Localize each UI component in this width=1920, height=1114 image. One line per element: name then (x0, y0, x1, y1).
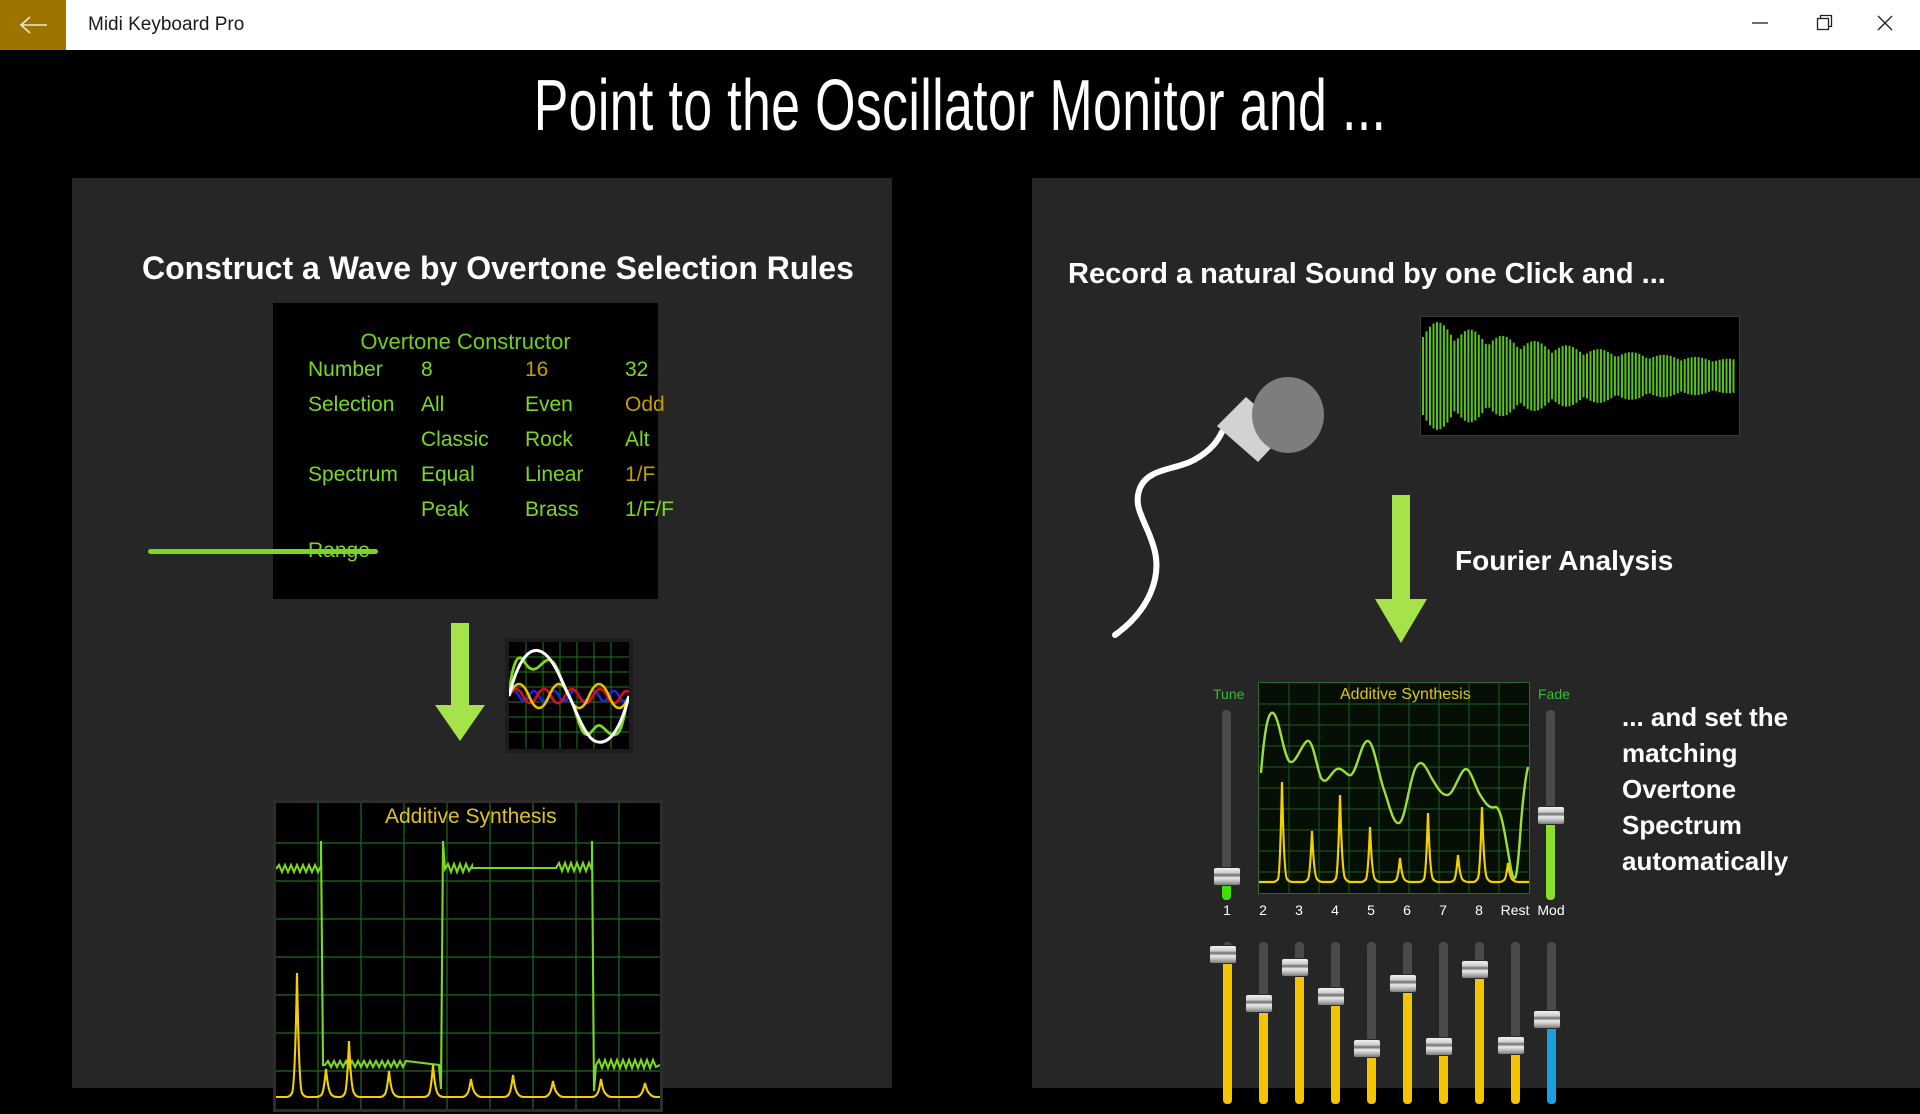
minimize-icon (1749, 16, 1771, 34)
overtone-row-number: Number 8 16 32 (273, 358, 658, 392)
channel-tick-rest: Rest (1500, 902, 1530, 918)
overtone-row-selection: Selection All Even Odd (273, 393, 665, 427)
fader-2-handle[interactable] (1246, 994, 1272, 1012)
overtone-row-label: Selection (308, 393, 395, 416)
left-additive-synthesis-plot (273, 800, 663, 1112)
fade-slider-handle[interactable] (1538, 807, 1564, 825)
fader-mod-fill (1547, 1019, 1556, 1104)
fade-slider-fill (1546, 816, 1555, 900)
overtone-row-label: Number (308, 358, 383, 381)
maximize-button[interactable] (1795, 0, 1855, 50)
overtone-option-alt[interactable]: Alt (625, 428, 650, 452)
overtone-option-1-f[interactable]: 1/F (625, 463, 655, 487)
overtone-option-8[interactable]: 8 (421, 358, 433, 382)
overtone-option-1-f-f[interactable]: 1/F/F (625, 498, 674, 522)
back-button[interactable] (0, 0, 66, 50)
overtone-option-16[interactable]: 16 (525, 358, 548, 382)
mini-oscilloscope (505, 638, 633, 753)
left-additive-synthesis-title: Additive Synthesis (385, 805, 557, 828)
right-panel-heading: Record a natural Sound by one Click and … (1068, 258, 1666, 290)
fader-8-fill (1475, 969, 1484, 1104)
title-bar: Midi Keyboard Pro (0, 0, 1920, 50)
fader-rest-handle[interactable] (1498, 1036, 1524, 1054)
channel-tick-1: 1 (1223, 902, 1231, 918)
overtone-option-brass[interactable]: Brass (525, 498, 579, 522)
channel-tick-mod: Mod (1537, 902, 1565, 918)
channel-tick-4: 4 (1331, 902, 1339, 918)
fader-3-handle[interactable] (1282, 958, 1308, 976)
overtone-row-label: Spectrum (308, 463, 398, 486)
channel-tick-3: 3 (1295, 902, 1303, 918)
overtone-option-32[interactable]: 32 (625, 358, 648, 382)
slide-stage: Point to the Oscillator Monitor and ... … (0, 50, 1920, 1112)
left-panel-heading: Construct a Wave by Overtone Selection R… (142, 250, 854, 286)
fader-5-handle[interactable] (1354, 1039, 1380, 1057)
fader-7-fill (1439, 1047, 1448, 1104)
overtone-row-spectrum: Spectrum Equal Linear 1/F (273, 463, 658, 497)
right-panel-note: ... and set the matching Overtone Spectr… (1622, 702, 1789, 876)
overtone-option-even[interactable]: Even (525, 393, 573, 417)
fader-4-handle[interactable] (1318, 988, 1344, 1006)
tune-slider-handle[interactable] (1214, 868, 1240, 886)
down-arrow-icon-right (1370, 495, 1432, 650)
channel-tick-6: 6 (1403, 902, 1411, 918)
slide-title: Point to the Oscillator Monitor and ... (533, 66, 1387, 146)
overtone-option-odd[interactable]: Odd (625, 393, 665, 417)
channel-tick-8: 8 (1475, 902, 1483, 918)
fader-1-handle[interactable] (1210, 945, 1236, 963)
fader-6-fill (1403, 984, 1412, 1104)
fader-2-fill (1259, 1003, 1268, 1104)
range-slider-track[interactable] (148, 549, 409, 1061)
oscillator-monitor-graph (1258, 682, 1530, 894)
fader-8-handle[interactable] (1462, 960, 1488, 978)
maximize-icon (1815, 13, 1835, 38)
back-arrow-icon (18, 14, 48, 36)
close-button[interactable] (1855, 0, 1915, 50)
oscillator-monitor-title: Additive Synthesis (1340, 686, 1471, 703)
overtone-option-equal[interactable]: Equal (421, 463, 475, 487)
fourier-analysis-label: Fourier Analysis (1455, 545, 1674, 576)
fader-5-fill (1367, 1048, 1376, 1104)
fade-slider-label: Fade (1538, 686, 1570, 702)
overtone-option-rock[interactable]: Rock (525, 428, 573, 452)
fader-rest-fill (1511, 1045, 1520, 1104)
overtone-constructor-title: Overtone Constructor (360, 329, 571, 354)
overtone-row-extra-4: Peak Brass 1/F/F (273, 498, 674, 532)
tune-slider-label: Tune (1213, 686, 1245, 702)
microphone-illustration (1110, 340, 1400, 640)
channel-tick-2: 2 (1259, 902, 1267, 918)
overtone-row-extra-2: Classic Rock Alt (273, 428, 658, 462)
minimize-button[interactable] (1730, 0, 1790, 50)
channel-tick-5: 5 (1367, 902, 1375, 918)
overtone-option-linear[interactable]: Linear (525, 463, 583, 487)
fader-4-fill (1331, 997, 1340, 1104)
overtone-option-all[interactable]: All (421, 393, 444, 417)
down-arrow-icon-left (430, 623, 490, 748)
recorded-waveform-display (1420, 316, 1740, 436)
fader-7-handle[interactable] (1426, 1038, 1452, 1056)
fader-3-fill (1295, 967, 1304, 1104)
app-title: Midi Keyboard Pro (88, 14, 245, 35)
fader-6-handle[interactable] (1390, 975, 1416, 993)
overtone-option-classic[interactable]: Classic (421, 428, 489, 452)
channel-tick-7: 7 (1439, 902, 1447, 918)
overtone-option-peak[interactable]: Peak (421, 498, 469, 522)
fader-mod-handle[interactable] (1534, 1010, 1560, 1028)
close-icon (1875, 13, 1895, 38)
fader-1-fill (1223, 954, 1232, 1104)
